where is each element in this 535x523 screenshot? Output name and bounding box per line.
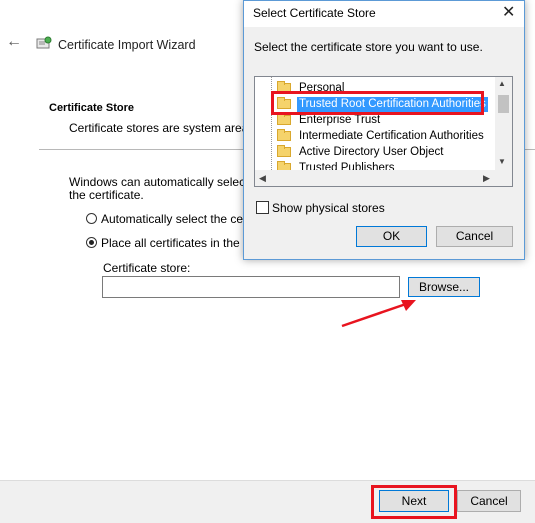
show-physical-stores-label[interactable]: Show physical stores xyxy=(272,201,385,215)
select-certificate-store-dialog: Select Certificate Store ✕ Select the ce… xyxy=(243,0,525,260)
dialog-titlebar: Select Certificate Store ✕ xyxy=(244,1,524,27)
dialog-title: Select Certificate Store xyxy=(253,6,376,20)
back-arrow-icon[interactable]: ← xyxy=(6,34,22,50)
radio-auto-select-label[interactable]: Automatically select the certifi xyxy=(101,212,259,226)
folder-icon xyxy=(277,113,291,125)
section-subtitle: Certificate stores are system areas w xyxy=(69,121,267,135)
ok-button[interactable]: OK xyxy=(356,226,427,247)
description-line-1: Windows can automatically select a c xyxy=(69,175,268,189)
folder-icon xyxy=(277,145,291,157)
certificate-wizard-icon xyxy=(36,36,52,49)
close-icon[interactable]: ✕ xyxy=(502,2,515,22)
wizard-title: Certificate Import Wizard xyxy=(58,38,196,52)
certificate-store-label: Certificate store: xyxy=(103,261,191,275)
next-highlight-box xyxy=(371,485,457,519)
scroll-left-icon[interactable]: ◀ xyxy=(259,173,266,184)
tree-scroll-thumb[interactable] xyxy=(498,95,509,113)
scroll-up-icon[interactable]: ▲ xyxy=(498,79,506,88)
radio-auto-select[interactable] xyxy=(86,213,97,224)
red-arrow-annotation xyxy=(341,300,416,328)
show-physical-stores-checkbox[interactable] xyxy=(256,201,269,214)
tree-highlight-box xyxy=(271,91,484,115)
description-line-2: the certificate. xyxy=(69,188,144,202)
tree-item-label: Enterprise Trust xyxy=(299,114,381,126)
section-title: Certificate Store xyxy=(49,102,134,114)
scroll-down-icon[interactable]: ▼ xyxy=(498,157,506,166)
tree-item-label: Intermediate Certification Authorities xyxy=(299,130,484,142)
tree-horizontal-scrollbar[interactable] xyxy=(255,170,512,186)
radio-place-all-label[interactable]: Place all certificates in the follo xyxy=(101,236,265,250)
folder-icon xyxy=(277,129,291,141)
certificate-store-field[interactable] xyxy=(102,276,400,298)
dialog-cancel-button[interactable]: Cancel xyxy=(436,226,513,247)
tree-item-label: Active Directory User Object xyxy=(299,146,444,158)
scroll-right-icon[interactable]: ▶ xyxy=(483,173,490,184)
cancel-button[interactable]: Cancel xyxy=(457,490,521,512)
dialog-prompt: Select the certificate store you want to… xyxy=(254,40,483,54)
browse-button[interactable]: Browse... xyxy=(408,277,480,297)
radio-place-all[interactable] xyxy=(86,237,97,248)
